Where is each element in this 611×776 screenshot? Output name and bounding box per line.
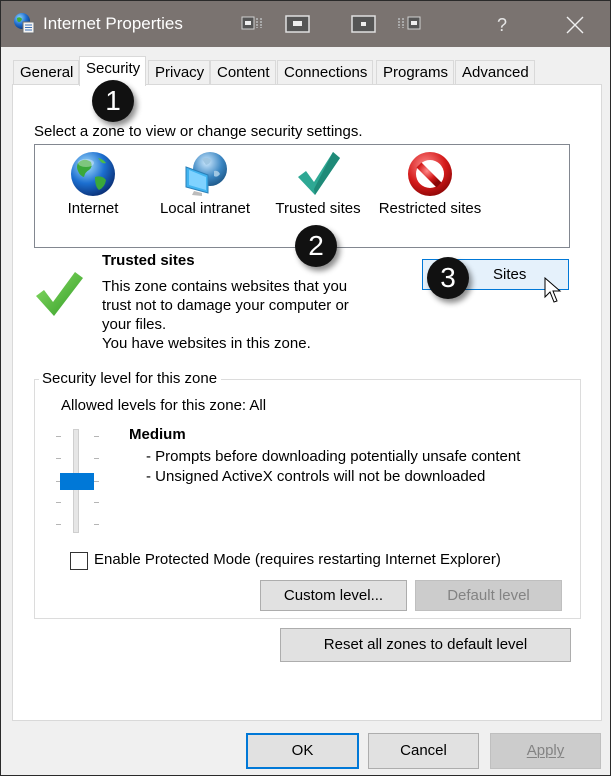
slider-tick	[56, 436, 61, 437]
reset-all-zones-button[interactable]: Reset all zones to default level	[280, 628, 571, 662]
slider-tick	[56, 458, 61, 459]
callout-2: 2	[295, 225, 337, 267]
slider-tick	[94, 524, 99, 525]
selected-zone-name: Trusted sites	[102, 252, 195, 269]
tab-label: Content	[217, 64, 270, 81]
internet-properties-dialog: Internet Properties ? General Security P…	[0, 0, 611, 776]
checkmark-icon	[298, 152, 340, 195]
slider-tick	[94, 502, 99, 503]
security-level-legend: Security level for this zone	[39, 370, 222, 387]
tab-label: Privacy	[155, 64, 205, 81]
security-level-slider[interactable]	[51, 429, 101, 533]
security-level-name: Medium	[129, 426, 186, 443]
apply-label: Apply	[526, 742, 565, 759]
tab-label: Security	[86, 60, 141, 77]
title-bar: Internet Properties ?	[1, 1, 610, 47]
tab-label: Programs	[383, 64, 449, 81]
tab-connections[interactable]: Connections	[277, 60, 374, 85]
callout-3: 3	[427, 257, 469, 299]
description-line: your files.	[102, 316, 167, 333]
trusted-checkmark-icon	[36, 272, 83, 316]
slider-thumb[interactable]	[60, 472, 94, 490]
internet-options-icon	[14, 13, 35, 34]
allowed-levels-label: Allowed levels for this zone: All	[61, 397, 267, 414]
zone-local-intranet[interactable]: Local intranet	[150, 145, 260, 245]
zone-label: Local intranet	[159, 200, 251, 217]
slider-tick	[56, 524, 61, 525]
tab-programs[interactable]: Programs	[376, 60, 455, 85]
tab-general[interactable]: General	[13, 60, 80, 85]
zone-internet[interactable]: Internet	[53, 145, 133, 245]
protected-mode-label[interactable]: Enable Protected Mode (requires restarti…	[94, 551, 501, 568]
slider-tick	[94, 458, 99, 459]
snap-center-icon[interactable]	[351, 15, 377, 33]
mouse-cursor-icon	[544, 277, 562, 303]
description-line: You have websites in this zone.	[102, 335, 311, 352]
zone-label: Restricted sites	[378, 200, 482, 217]
ok-button[interactable]: OK	[246, 733, 359, 769]
tab-label: General	[20, 64, 74, 81]
snap-maximize-icon[interactable]	[285, 15, 311, 33]
zone-restricted-sites[interactable]: Restricted sites	[373, 145, 487, 245]
tab-privacy[interactable]: Privacy	[148, 60, 211, 85]
zone-prompt: Select a zone to view or change security…	[34, 123, 363, 140]
custom-level-button[interactable]: Custom level...	[260, 580, 407, 611]
intranet-icon	[185, 152, 227, 196]
callout-1: 1	[92, 80, 134, 122]
slider-tick	[94, 436, 99, 437]
tab-advanced[interactable]: Advanced	[455, 60, 535, 85]
description-line: trust not to damage your computer or	[102, 297, 349, 314]
selected-zone-description: This zone contains websites that you tru…	[102, 277, 392, 353]
help-icon: ?	[496, 15, 507, 35]
tab-label: Connections	[284, 64, 368, 81]
description-line: This zone contains websites that you	[102, 278, 348, 295]
close-icon	[566, 16, 584, 34]
globe-icon	[71, 152, 115, 196]
zone-label: Trusted sites	[275, 200, 361, 217]
close-button[interactable]	[557, 9, 593, 41]
security-level-details: - Prompts before downloading potentially…	[146, 447, 520, 487]
slider-tick	[56, 502, 61, 503]
tab-content[interactable]: Content	[210, 60, 276, 85]
snap-right-icon[interactable]	[396, 15, 422, 31]
level-detail-line: - Unsigned ActiveX controls will not be …	[146, 468, 486, 485]
help-button[interactable]: ?	[487, 11, 517, 39]
apply-button: Apply	[490, 733, 601, 769]
restricted-icon	[408, 152, 452, 196]
protected-mode-checkbox[interactable]	[70, 552, 88, 570]
cancel-button[interactable]: Cancel	[368, 733, 479, 769]
default-level-button: Default level	[415, 580, 562, 611]
window-title: Internet Properties	[43, 14, 183, 33]
tab-label: Advanced	[462, 64, 529, 81]
zone-label: Internet	[67, 200, 119, 217]
level-detail-line: - Prompts before downloading potentially…	[146, 448, 521, 465]
snap-left-icon[interactable]	[241, 15, 267, 31]
slider-tick	[94, 481, 99, 482]
